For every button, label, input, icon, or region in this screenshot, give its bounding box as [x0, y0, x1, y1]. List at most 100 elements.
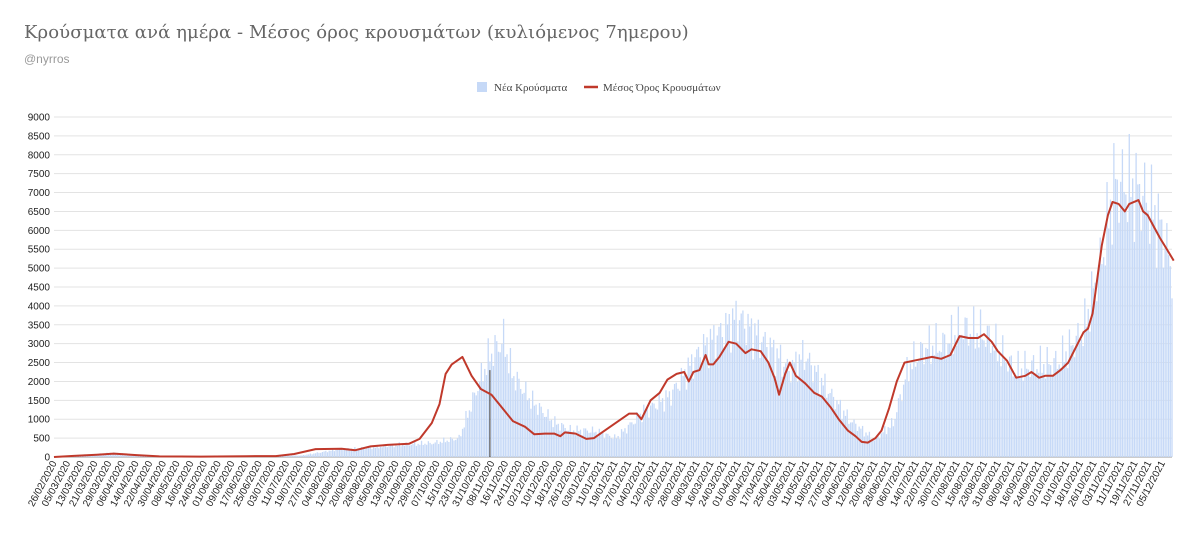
bar — [824, 373, 826, 457]
y-tick-label: 3000 — [28, 339, 51, 350]
bar — [414, 442, 416, 457]
bar — [1144, 162, 1146, 458]
bar — [932, 345, 934, 457]
bar — [354, 446, 356, 457]
bar — [979, 309, 982, 457]
bar — [1120, 181, 1122, 457]
bar — [434, 442, 436, 457]
bar — [514, 390, 517, 457]
bar — [967, 345, 970, 457]
y-tick-label: 8000 — [28, 150, 51, 161]
bar — [819, 394, 821, 457]
bar — [817, 364, 819, 457]
bar — [550, 419, 553, 457]
bar — [807, 358, 809, 457]
bar — [696, 349, 698, 457]
bar — [449, 437, 452, 457]
bar — [1019, 377, 1021, 457]
bar — [362, 448, 365, 457]
bar — [410, 444, 412, 457]
bar — [321, 451, 324, 457]
bar — [1104, 265, 1106, 457]
bar — [634, 423, 636, 457]
bar — [302, 455, 305, 457]
bar — [1051, 374, 1053, 457]
bar — [1014, 373, 1016, 457]
bar — [523, 392, 525, 457]
bar — [935, 322, 937, 457]
bar — [426, 444, 428, 457]
bar — [591, 426, 594, 457]
bar — [795, 351, 797, 457]
bar — [328, 450, 330, 457]
bar — [742, 310, 744, 457]
bar — [619, 439, 621, 457]
bar — [725, 312, 727, 457]
bar — [455, 439, 457, 457]
bar — [316, 452, 318, 457]
bar — [788, 370, 790, 457]
bar — [1044, 378, 1047, 457]
bar — [904, 379, 906, 457]
bar — [658, 394, 660, 457]
bar — [911, 369, 913, 457]
bar — [916, 362, 918, 457]
bar — [738, 320, 741, 457]
bar — [403, 445, 406, 457]
bar — [602, 433, 604, 457]
bar — [680, 367, 683, 457]
bar — [542, 413, 544, 457]
bar — [945, 358, 947, 457]
bar — [747, 313, 749, 457]
bar — [1094, 282, 1096, 457]
bar — [509, 348, 512, 457]
bar — [877, 435, 879, 457]
bar — [432, 443, 435, 457]
bar — [390, 445, 392, 457]
bar — [313, 453, 315, 457]
bar — [612, 438, 614, 457]
bar — [769, 337, 771, 457]
bar — [701, 363, 703, 457]
bar — [1111, 244, 1113, 457]
bar — [605, 433, 607, 457]
bar — [340, 449, 342, 457]
bar — [692, 378, 694, 457]
bar — [576, 425, 578, 457]
bar — [1020, 368, 1023, 457]
y-tick-label: 5000 — [28, 264, 51, 275]
bar — [638, 417, 640, 457]
bar — [639, 413, 641, 457]
bar — [1155, 268, 1158, 457]
bar — [349, 450, 351, 457]
bar — [415, 445, 418, 457]
bar — [297, 455, 300, 457]
bar — [407, 444, 409, 457]
bar — [1060, 367, 1062, 457]
bar — [796, 381, 799, 457]
bar — [516, 371, 518, 457]
bar — [771, 347, 773, 457]
bar — [709, 328, 712, 457]
bar — [716, 335, 718, 457]
bar — [661, 398, 664, 457]
bar — [880, 433, 883, 457]
bar — [381, 447, 383, 457]
bar — [419, 444, 421, 457]
bar — [646, 406, 648, 457]
y-tick-label: 7500 — [28, 169, 51, 180]
bar — [290, 455, 293, 457]
bar — [985, 346, 987, 457]
bar — [590, 432, 592, 457]
bar — [986, 325, 989, 457]
y-tick-label: 1500 — [28, 396, 51, 407]
bar — [1038, 372, 1040, 457]
bar — [896, 412, 898, 457]
bar — [752, 359, 754, 457]
bar — [603, 438, 606, 457]
bar — [1043, 364, 1045, 457]
bar — [1015, 375, 1018, 457]
bar — [1027, 369, 1030, 457]
bar — [749, 326, 751, 457]
bar — [901, 401, 903, 457]
